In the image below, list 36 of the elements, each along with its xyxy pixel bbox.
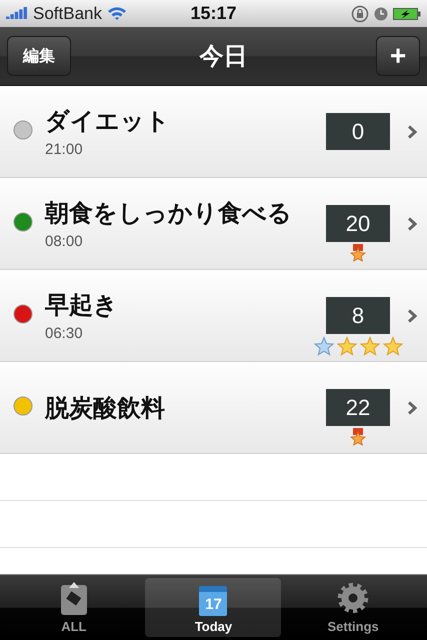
count-display: 0 <box>326 113 390 150</box>
habit-time: 06:30 <box>45 325 84 342</box>
clock-time: 15:17 <box>190 3 237 24</box>
carrier-name: SoftBank <box>33 4 102 24</box>
habit-time: 21:00 <box>45 141 84 158</box>
tab[interactable]: Settings <box>285 578 422 637</box>
medal-icon <box>349 244 367 264</box>
chevron-icon <box>407 400 417 414</box>
chevron-icon <box>407 308 417 322</box>
count-display: 8 <box>326 297 390 334</box>
habit-name: 早起き <box>45 291 119 321</box>
habit-time: 08:00 <box>45 233 84 250</box>
tab[interactable]: ALL <box>6 578 142 637</box>
clock-icon <box>374 6 388 20</box>
add-button[interactable]: + <box>376 36 420 76</box>
habit-name: ダイエット <box>45 107 171 137</box>
wifi-icon <box>107 6 127 21</box>
signal-icon <box>6 6 28 20</box>
habit-name: 朝食をしっかり食べる <box>45 199 293 229</box>
chevron-icon <box>407 216 417 230</box>
calendar-icon: 17 <box>199 586 228 616</box>
star-icon <box>358 336 380 357</box>
star-icon <box>382 336 404 357</box>
habit-name: 脱炭酸飲料 <box>45 394 166 424</box>
count-display: 20 <box>326 205 390 242</box>
rotation-lock-icon <box>351 4 369 22</box>
tab[interactable]: 17 Today <box>145 578 282 637</box>
medal-icon <box>349 428 367 448</box>
edit-button[interactable]: 編集 <box>7 36 71 76</box>
count-display: 22 <box>326 389 390 426</box>
star-icon <box>336 336 358 357</box>
screen-title: 今日 <box>200 42 248 72</box>
clipboard-icon <box>58 580 89 616</box>
battery-icon <box>393 6 421 20</box>
chevron-icon <box>407 124 417 138</box>
star-icon <box>312 336 334 357</box>
